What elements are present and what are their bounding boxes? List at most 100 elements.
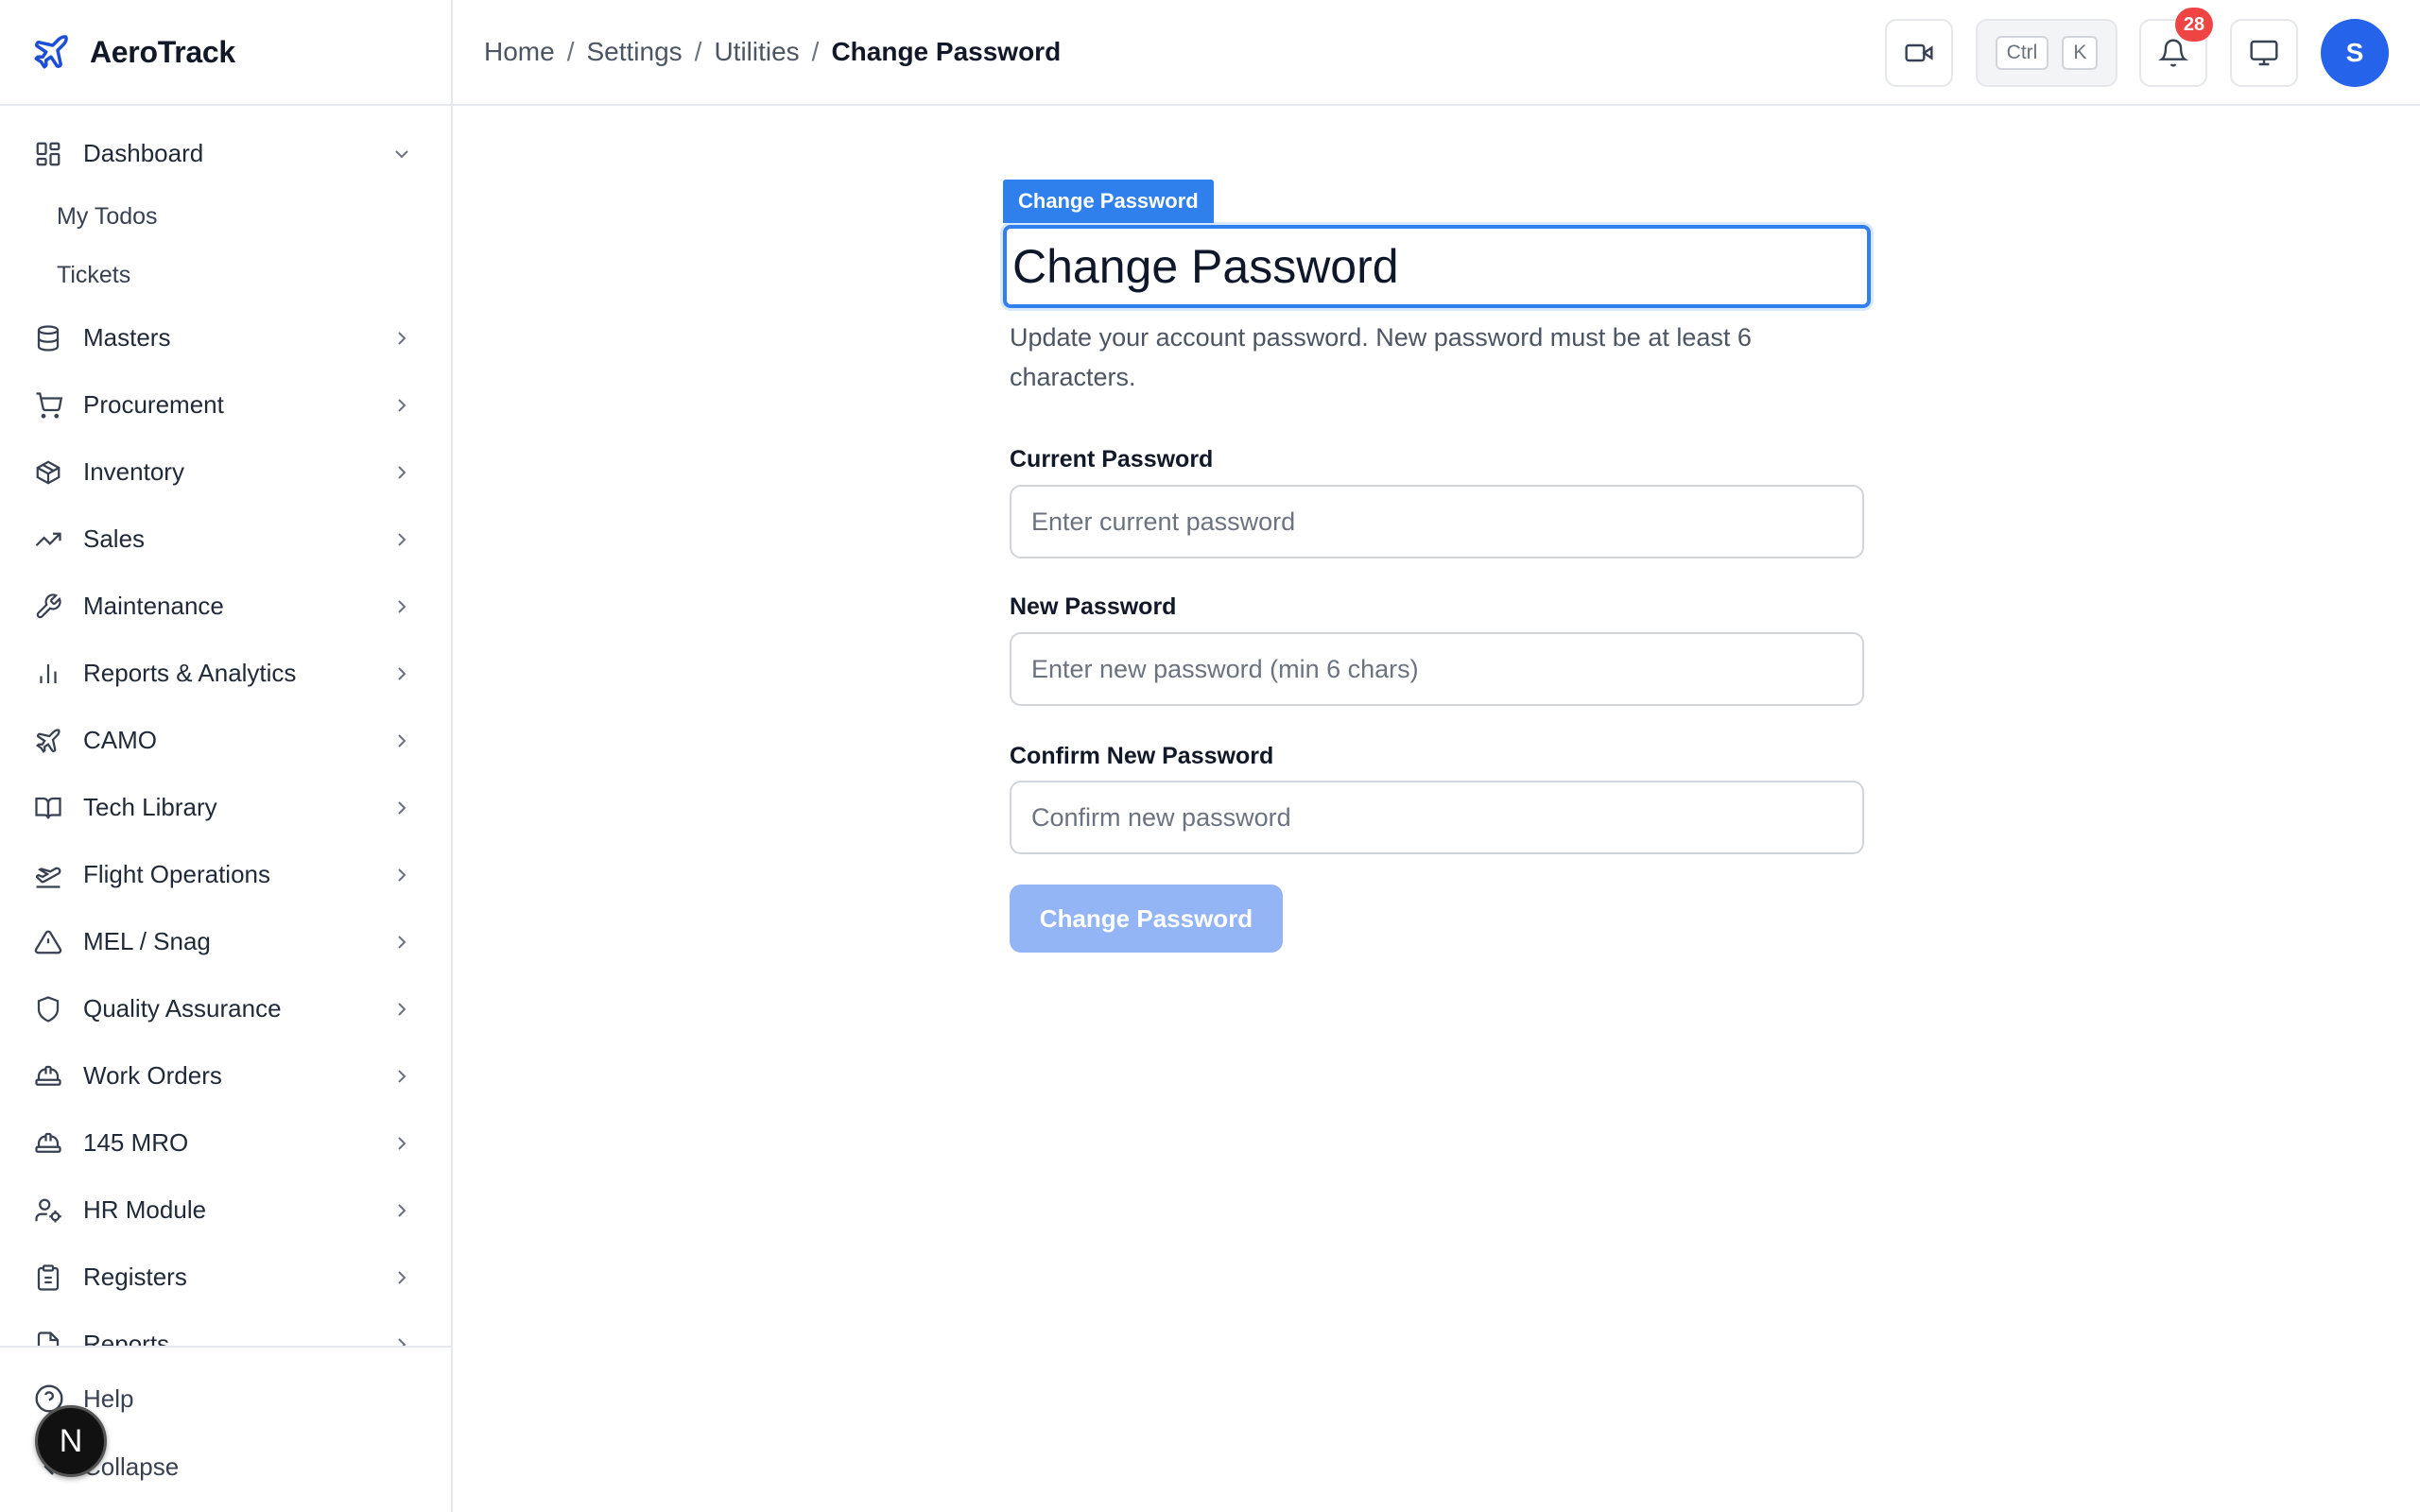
sidebar-item-label: HR Module <box>83 1195 207 1224</box>
chevron-right-icon <box>390 998 413 1021</box>
video-camera-icon <box>1904 38 1934 68</box>
clipboard-icon <box>34 1263 62 1292</box>
sidebar-footer: Help Collapse N <box>0 1346 451 1512</box>
plane-takeoff-icon <box>34 861 62 889</box>
breadcrumb-separator: / <box>694 37 702 66</box>
breadcrumb-separator: / <box>811 37 820 66</box>
chevron-right-icon <box>390 1132 413 1155</box>
breadcrumb-utilities[interactable]: Utilities <box>714 37 799 67</box>
file-icon <box>34 1331 62 1346</box>
plane-icon <box>34 727 62 755</box>
breadcrumb: Home / Settings / Utilities / Change Pas… <box>484 37 1061 67</box>
sidebar-item-label: Reports <box>83 1330 170 1346</box>
sidebar-item-registers[interactable]: Registers <box>0 1244 451 1311</box>
sidebar-item-hr-module[interactable]: HR Module <box>0 1177 451 1244</box>
hard-hat-icon <box>34 1062 62 1091</box>
sidebar-item-label: MEL / Snag <box>83 927 211 955</box>
confirm-password-input[interactable] <box>1010 781 1864 854</box>
sidebar-item-label: Work Orders <box>83 1061 222 1090</box>
chevron-right-icon <box>390 1199 413 1222</box>
breadcrumb-separator: / <box>566 37 575 66</box>
chevron-right-icon <box>390 394 413 417</box>
trending-up-icon <box>34 525 62 554</box>
sidebar-item-inventory[interactable]: Inventory <box>0 438 451 506</box>
sidebar-item-tech-library[interactable]: Tech Library <box>0 774 451 841</box>
sidebar-item-procurement[interactable]: Procurement <box>0 371 451 438</box>
new-password-label: New Password <box>1010 593 1177 620</box>
book-icon <box>34 794 62 822</box>
breadcrumb-current: Change Password <box>831 37 1062 66</box>
wrench-icon <box>34 593 62 621</box>
top-header: Home / Settings / Utilities / Change Pas… <box>453 0 2420 106</box>
confirm-password-label: Confirm New Password <box>1010 743 1274 769</box>
plane-logo-icon <box>31 32 71 72</box>
change-password-button[interactable]: Change Password <box>1010 885 1283 953</box>
current-password-input[interactable] <box>1010 485 1864 558</box>
sidebar-item-camo[interactable]: CAMO <box>0 707 451 774</box>
sidebar-item-label: Procurement <box>83 390 224 419</box>
chevron-right-icon <box>390 461 413 484</box>
sidebar: AeroTrack Dashboard My Todos Tickets Mas… <box>0 0 453 1512</box>
monitor-icon <box>2249 38 2279 68</box>
sidebar-item-label: 145 MRO <box>83 1128 189 1157</box>
avatar[interactable]: S <box>2321 19 2389 87</box>
sidebar-item-quality-assurance[interactable]: Quality Assurance <box>0 975 451 1042</box>
chevron-right-icon <box>390 595 413 618</box>
sidebar-item-mel-snag[interactable]: MEL / Snag <box>0 908 451 975</box>
package-icon <box>34 458 62 487</box>
sidebar-item-145-mro[interactable]: 145 MRO <box>0 1109 451 1177</box>
sidebar-subitem-tickets[interactable]: Tickets <box>0 246 451 304</box>
new-password-input[interactable] <box>1010 632 1864 706</box>
sidebar-item-sales[interactable]: Sales <box>0 506 451 573</box>
notification-count-badge: 28 <box>2175 8 2213 42</box>
app-name: AeroTrack <box>90 34 235 69</box>
chevron-down-icon <box>390 143 413 165</box>
current-password-label: Current Password <box>1010 446 1214 472</box>
page-title-box: Change Password <box>1003 225 1871 308</box>
chevron-right-icon <box>390 1266 413 1289</box>
video-button[interactable] <box>1885 19 1953 87</box>
warning-triangle-icon <box>34 928 62 956</box>
hard-hat-icon <box>34 1129 62 1158</box>
chevron-right-icon <box>390 528 413 551</box>
page-title: Change Password <box>1012 240 1399 293</box>
sidebar-item-maintenance[interactable]: Maintenance <box>0 573 451 640</box>
brand[interactable]: AeroTrack <box>0 0 451 106</box>
bar-chart-icon <box>34 660 62 688</box>
sidebar-item-label: Masters <box>83 323 171 352</box>
sidebar-item-label: Registers <box>83 1263 187 1291</box>
command-palette-button[interactable]: Ctrl K <box>1976 19 2118 87</box>
chevron-right-icon <box>390 327 413 350</box>
chevron-right-icon <box>390 864 413 886</box>
breadcrumb-home[interactable]: Home <box>484 37 555 67</box>
sidebar-item-masters[interactable]: Masters <box>0 304 451 371</box>
sidebar-item-label: Quality Assurance <box>83 994 282 1022</box>
chevron-right-icon <box>390 797 413 819</box>
bell-icon <box>2158 38 2188 68</box>
chevron-right-icon <box>390 1065 413 1088</box>
selected-element-tag: Change Password <box>1003 180 1214 223</box>
sidebar-item-reports[interactable]: Reports <box>0 1311 451 1346</box>
notifications-button[interactable]: 28 <box>2139 8 2213 87</box>
sidebar-item-work-orders[interactable]: Work Orders <box>0 1042 451 1109</box>
sidebar-item-dashboard[interactable]: Dashboard <box>0 120 451 187</box>
display-button[interactable] <box>2230 19 2298 87</box>
sidebar-item-label: Sales <box>83 524 146 553</box>
chevron-right-icon <box>390 931 413 954</box>
sidebar-subitem-my-todos[interactable]: My Todos <box>0 187 451 246</box>
page-description: Update your account password. New passwo… <box>1010 323 1752 391</box>
chevron-right-icon <box>390 1333 413 1346</box>
sidebar-item-label: Maintenance <box>83 592 224 620</box>
breadcrumb-settings[interactable]: Settings <box>586 37 682 67</box>
kbd-ctrl: Ctrl <box>1995 36 2049 70</box>
next-dev-badge[interactable]: N <box>35 1405 107 1477</box>
help-label: Help <box>83 1383 134 1413</box>
database-icon <box>34 324 62 352</box>
sidebar-item-reports-analytics[interactable]: Reports & Analytics <box>0 640 451 707</box>
sidebar-item-label: Dashboard <box>83 139 204 167</box>
sidebar-nav: Dashboard My Todos Tickets Masters Procu… <box>0 108 451 1346</box>
chevron-right-icon <box>390 662 413 685</box>
sidebar-item-flight-operations[interactable]: Flight Operations <box>0 841 451 908</box>
chevron-right-icon <box>390 730 413 752</box>
dashboard-grid-icon <box>34 140 62 168</box>
